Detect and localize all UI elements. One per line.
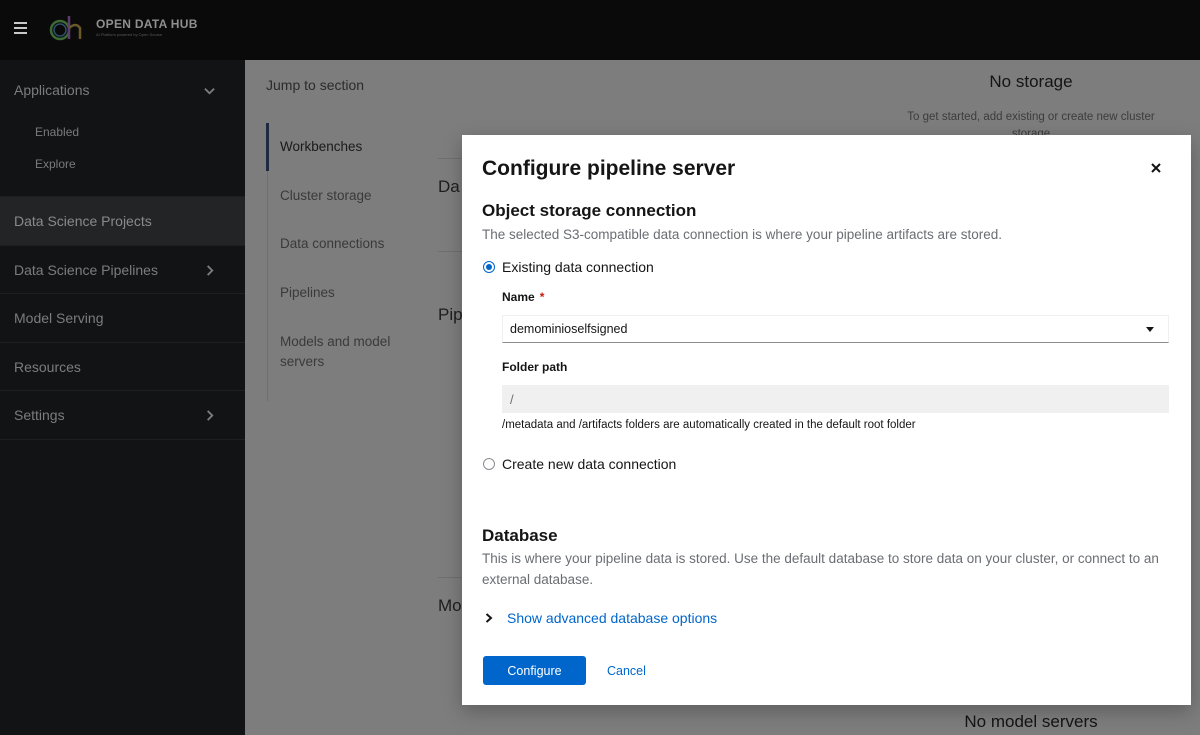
- cancel-button[interactable]: Cancel: [597, 656, 656, 685]
- jump-active-indicator: [266, 123, 269, 171]
- sidebar-item-resources[interactable]: Resources: [0, 343, 245, 391]
- sidebar-item-explore[interactable]: Explore: [0, 152, 245, 184]
- jump-link-cluster-storage[interactable]: Cluster storage: [280, 185, 372, 206]
- configure-pipeline-server-modal: Configure pipeline server Object storage…: [462, 135, 1191, 705]
- section-heading-data-connections: Da: [438, 177, 460, 196]
- no-storage-title: No storage: [989, 72, 1073, 91]
- sidebar: Applications Enabled Explore Data Scienc…: [0, 60, 245, 735]
- section-heading-models: Mo: [438, 596, 462, 615]
- database-description: This is where your pipeline data is stor…: [482, 551, 1159, 587]
- required-asterisk: *: [539, 290, 545, 304]
- sidebar-item-label: Model Serving: [14, 310, 104, 326]
- jump-link-pipelines[interactable]: Pipelines: [280, 282, 335, 303]
- sidebar-item-label: Resources: [14, 358, 81, 375]
- logo-subtitle: AI Platform powered by Open Source: [96, 32, 163, 37]
- object-storage-title: Object storage connection: [482, 201, 697, 220]
- hamburger-icon[interactable]: [14, 22, 27, 34]
- open-data-hub-logo-icon: [49, 16, 82, 41]
- name-label-text: Name: [502, 290, 535, 304]
- close-icon[interactable]: [1148, 160, 1164, 176]
- masthead: OPEN DATA HUB AI Platform powered by Ope…: [0, 0, 1200, 60]
- sidebar-item-enabled[interactable]: Enabled: [0, 120, 245, 152]
- jump-link-models-line2[interactable]: servers: [280, 351, 324, 372]
- folder-path-label: Folder path: [502, 360, 568, 374]
- sidebar-item-label: Applications: [14, 82, 90, 98]
- jump-nav-line: [267, 171, 268, 401]
- name-select[interactable]: demominioselfsigned: [502, 315, 1169, 343]
- existing-connection-radio[interactable]: [483, 261, 495, 273]
- configure-button[interactable]: Configure: [483, 656, 586, 685]
- sidebar-item-model-serving[interactable]: Model Serving: [0, 294, 245, 343]
- name-field-label: Name *: [502, 290, 544, 304]
- folder-path-value: /: [510, 392, 514, 407]
- jump-link-data-connections[interactable]: Data connections: [280, 233, 384, 254]
- advanced-database-toggle-label[interactable]: Show advanced database options: [507, 610, 717, 626]
- app-logo[interactable]: OPEN DATA HUB AI Platform powered by Ope…: [46, 12, 198, 42]
- caret-down-icon: [1146, 327, 1154, 332]
- create-new-connection-label[interactable]: Create new data connection: [502, 456, 676, 472]
- sidebar-item-applications[interactable]: Applications: [0, 60, 245, 120]
- folder-path-helper-text: /metadata and /artifacts folders are aut…: [502, 419, 916, 431]
- name-select-value: demominioselfsigned: [510, 322, 628, 336]
- create-new-connection-radio[interactable]: [483, 458, 495, 470]
- sidebar-item-label: Data Science Projects: [14, 213, 152, 229]
- sidebar-item-label: Data Science Pipelines: [14, 261, 158, 278]
- logo-title: OPEN DATA HUB: [96, 17, 198, 31]
- chevron-right-icon: [204, 246, 215, 294]
- advanced-database-toggle[interactable]: Show advanced database options: [482, 610, 717, 626]
- existing-connection-label[interactable]: Existing data connection: [502, 259, 654, 275]
- chevron-right-icon: [485, 613, 493, 623]
- no-storage-text: To get started, add existing or create n…: [907, 111, 1155, 123]
- object-storage-description: The selected S3-compatible data connecti…: [482, 227, 1003, 242]
- no-model-servers-title: No model servers: [964, 712, 1098, 731]
- sidebar-item-data-science-pipelines[interactable]: Data Science Pipelines: [0, 246, 245, 294]
- sidebar-item-data-science-projects[interactable]: Data Science Projects: [0, 197, 245, 246]
- chevron-right-icon: [204, 391, 215, 439]
- jump-link-workbenches[interactable]: Workbenches: [280, 136, 362, 157]
- modal-title: Configure pipeline server: [482, 157, 736, 180]
- section-heading-pipelines: Pip: [438, 305, 463, 324]
- sidebar-item-label: Settings: [14, 407, 65, 423]
- jump-link-models[interactable]: Models and model: [280, 331, 390, 352]
- jump-to-section-title: Jump to section: [266, 77, 365, 93]
- folder-path-input: /: [502, 385, 1169, 413]
- chevron-down-icon: [204, 60, 215, 120]
- database-title: Database: [482, 526, 558, 545]
- applications-subnav: Enabled Explore: [0, 120, 245, 197]
- sidebar-item-settings[interactable]: Settings: [0, 391, 245, 440]
